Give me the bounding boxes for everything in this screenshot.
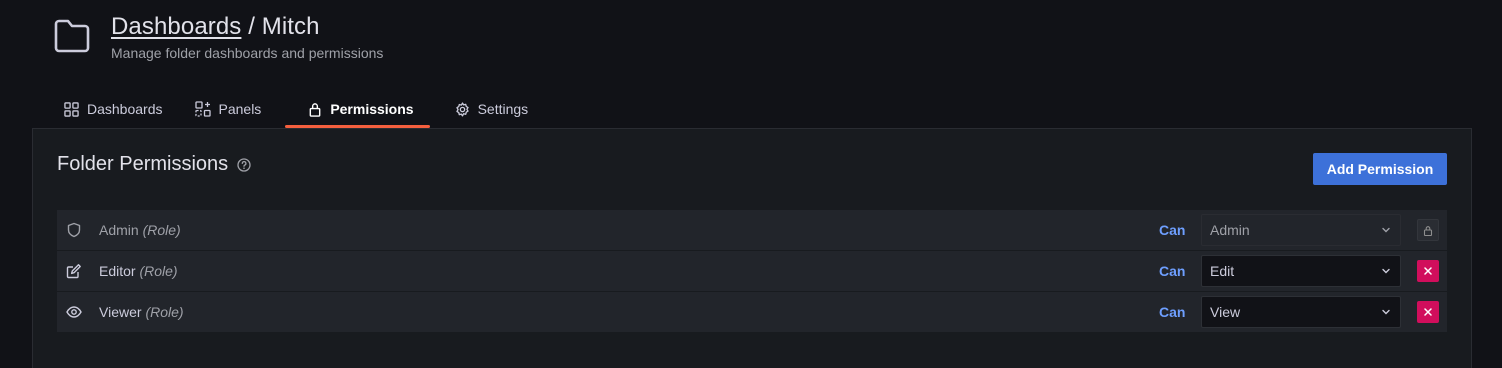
chevron-down-icon bbox=[1382, 309, 1390, 315]
tab-label: Panels bbox=[218, 101, 262, 117]
permission-row-admin: Admin (Role) Can Admin bbox=[57, 210, 1447, 250]
can-label: Can bbox=[1159, 222, 1186, 238]
library-panel-icon bbox=[194, 101, 211, 117]
chevron-down-icon bbox=[1382, 268, 1390, 274]
permission-row-editor: Editor (Role) Can Edit bbox=[57, 251, 1447, 291]
header-text: Dashboards / Mitch Manage folder dashboa… bbox=[111, 12, 383, 61]
permission-level-select: Admin bbox=[1201, 214, 1401, 246]
permission-level-select[interactable]: View bbox=[1201, 296, 1401, 328]
folder-icon bbox=[54, 19, 90, 53]
tab-permissions[interactable]: Permissions bbox=[285, 90, 430, 128]
can-label: Can bbox=[1159, 304, 1186, 320]
shield-icon bbox=[66, 222, 84, 238]
permission-row-viewer: Viewer (Role) Can View bbox=[57, 292, 1447, 332]
permission-name: Editor (Role) bbox=[99, 263, 178, 279]
tab-panels[interactable]: Panels bbox=[187, 90, 270, 128]
page-subtitle: Manage folder dashboards and permissions bbox=[111, 45, 384, 61]
edit-icon bbox=[66, 263, 84, 279]
page-title: Dashboards / Mitch bbox=[111, 12, 383, 42]
question-circle-icon[interactable] bbox=[237, 157, 251, 172]
permission-level-select[interactable]: Edit bbox=[1201, 255, 1401, 287]
apps-icon bbox=[64, 101, 79, 117]
eye-icon bbox=[66, 304, 84, 320]
can-label: Can bbox=[1159, 263, 1186, 279]
breadcrumb-dashboards-link[interactable]: Dashboards bbox=[111, 13, 241, 40]
permission-name: Viewer (Role) bbox=[99, 304, 184, 320]
permission-list: Admin (Role) Can Admin Editor (Role) Can… bbox=[57, 210, 1447, 333]
lock-icon bbox=[1423, 225, 1433, 236]
close-icon bbox=[1424, 267, 1432, 275]
panel-title: Folder Permissions bbox=[57, 153, 251, 176]
remove-permission-button[interactable] bbox=[1417, 260, 1439, 282]
tab-label: Permissions bbox=[330, 101, 414, 117]
select-value: View bbox=[1210, 304, 1241, 320]
add-permission-button[interactable]: Add Permission bbox=[1313, 153, 1447, 185]
permissions-panel: Folder Permissions Add Permission Admin … bbox=[32, 128, 1472, 368]
cog-icon bbox=[455, 101, 469, 117]
tab-dashboards[interactable]: Dashboards bbox=[56, 90, 171, 128]
locked-indicator bbox=[1417, 219, 1439, 241]
permission-name: Admin (Role) bbox=[99, 222, 181, 238]
select-value: Edit bbox=[1210, 263, 1235, 279]
lock-icon bbox=[309, 102, 321, 117]
breadcrumb-separator: / bbox=[241, 13, 262, 40]
tab-settings[interactable]: Settings bbox=[447, 90, 537, 128]
folder-name: Mitch bbox=[261, 13, 320, 40]
page-header: Dashboards / Mitch Manage folder dashboa… bbox=[52, 12, 383, 61]
tab-bar: Dashboards Panels Permissions Settings bbox=[56, 90, 552, 128]
tab-label: Dashboards bbox=[87, 101, 163, 117]
select-value: Admin bbox=[1210, 222, 1250, 238]
remove-permission-button[interactable] bbox=[1417, 301, 1439, 323]
panel-title-text: Folder Permissions bbox=[57, 153, 229, 175]
tab-label: Settings bbox=[477, 101, 529, 117]
chevron-down-icon bbox=[1382, 227, 1390, 233]
close-icon bbox=[1424, 308, 1432, 316]
